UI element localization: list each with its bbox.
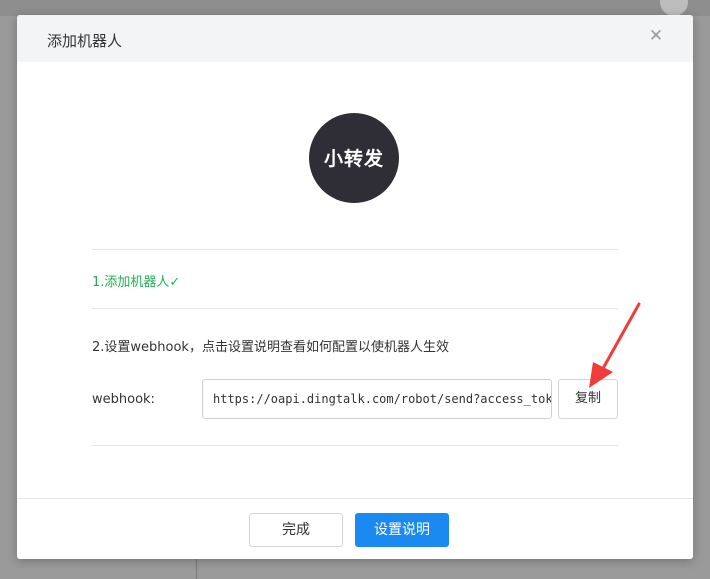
dialog-title: 添加机器人 bbox=[47, 32, 123, 50]
done-button[interactable]: 完成 bbox=[249, 513, 343, 547]
add-robot-dialog: 添加机器人 ✕ 小转发 1.添加机器人✓ 2.设置webhook，点击设置说明查… bbox=[17, 15, 693, 559]
divider-bottom bbox=[92, 445, 618, 446]
divider-top bbox=[92, 249, 618, 250]
close-icon[interactable]: ✕ bbox=[645, 25, 667, 47]
background-top-bar bbox=[0, 0, 710, 16]
annotation-arrow-icon bbox=[589, 302, 641, 388]
dialog-footer: 完成 设置说明 bbox=[17, 498, 693, 559]
step-1-text: 1.添加机器人✓ bbox=[92, 275, 181, 290]
step-2-text: 2.设置webhook，点击设置说明查看如何配置以使机器人生效 bbox=[92, 340, 449, 355]
robot-avatar-text: 小转发 bbox=[323, 148, 384, 170]
divider-middle bbox=[92, 308, 618, 309]
copy-button[interactable]: 复制 bbox=[558, 379, 618, 419]
webhook-url-input[interactable]: https://oapi.dingtalk.com/robot/send?acc… bbox=[202, 379, 552, 419]
webhook-label: webhook: bbox=[92, 392, 155, 407]
dialog-header: 添加机器人 ✕ bbox=[17, 15, 693, 62]
setup-guide-button[interactable]: 设置说明 bbox=[355, 513, 449, 547]
robot-avatar: 小转发 bbox=[309, 113, 399, 203]
